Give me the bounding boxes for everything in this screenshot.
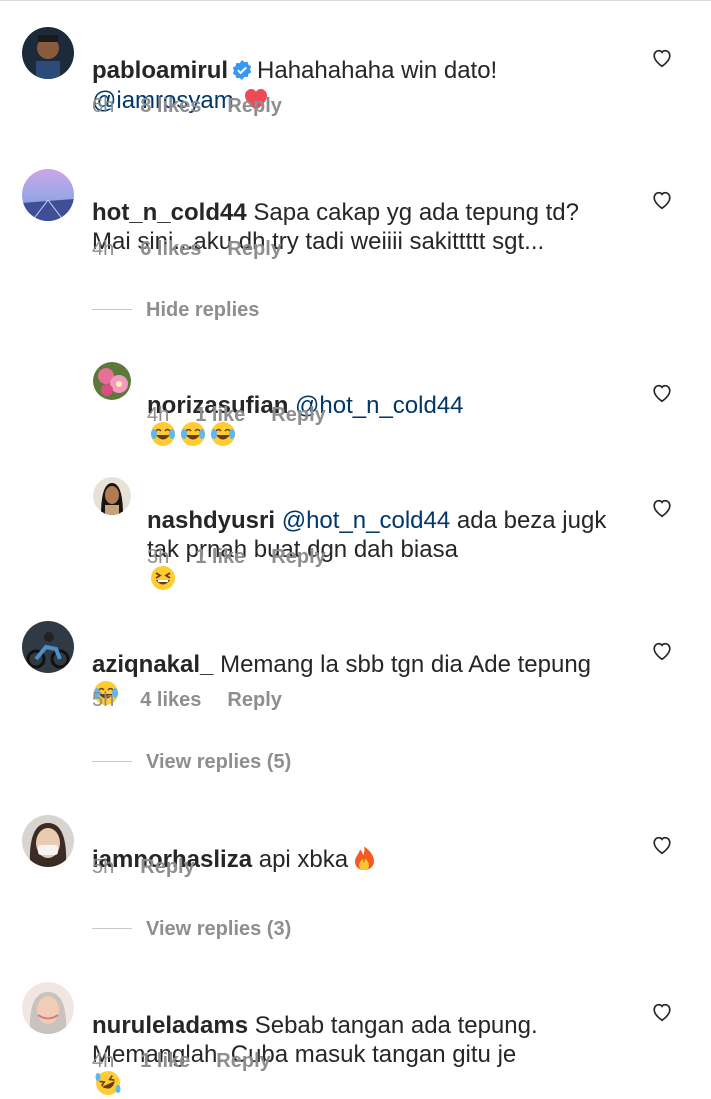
comment-text: api xbka xyxy=(258,846,349,873)
view-replies-button[interactable]: View replies (3) xyxy=(92,918,291,941)
avatar[interactable] xyxy=(22,982,74,1034)
timestamp: 4h xyxy=(92,238,115,260)
avatar[interactable] xyxy=(22,815,74,867)
reply-button[interactable]: Reply xyxy=(227,689,281,711)
likes-count[interactable]: 4 likes xyxy=(140,689,201,711)
username[interactable]: aziqnakal_ xyxy=(92,651,213,678)
timestamp: 5h xyxy=(92,689,115,711)
reply-button[interactable]: Reply xyxy=(140,856,194,878)
thread-label: View replies (3) xyxy=(146,918,292,940)
avatar[interactable] xyxy=(93,362,131,400)
rolling-on-floor-laughing-emoji-icon xyxy=(95,1071,121,1095)
username[interactable]: nuruleladams xyxy=(92,1012,248,1039)
timestamp: 4h xyxy=(92,1050,115,1072)
reply-button[interactable]: Reply xyxy=(227,238,281,260)
thread-label: View replies (5) xyxy=(146,751,292,773)
likes-count[interactable]: 1 like xyxy=(195,404,245,426)
comment-meta: 5h Reply xyxy=(92,856,221,879)
comment-meta: 6h 8 likes Reply xyxy=(92,95,308,118)
reply-button[interactable]: Reply xyxy=(216,1050,270,1072)
reply-meta: 4h 1 like Reply xyxy=(147,404,352,427)
likes-count[interactable]: 1 like xyxy=(195,546,245,568)
username[interactable]: pabloamirul xyxy=(92,57,228,84)
reply-button[interactable]: Reply xyxy=(271,404,325,426)
reply-body: nashdyusri @hot_n_cold44 ada beza jugk t… xyxy=(147,477,627,594)
mention-link[interactable]: @hot_n_cold44 xyxy=(282,507,451,534)
heart-outline-icon[interactable] xyxy=(651,382,673,404)
comment-meta: 4h 1 like Reply xyxy=(92,1050,297,1073)
top-divider xyxy=(0,0,711,1)
heart-outline-icon[interactable] xyxy=(651,640,673,662)
username[interactable]: hot_n_cold44 xyxy=(92,199,247,226)
thread-line xyxy=(92,309,132,310)
heart-outline-icon[interactable] xyxy=(651,189,673,211)
timestamp: 4h xyxy=(147,404,170,426)
heart-outline-icon[interactable] xyxy=(651,834,673,856)
comment-meta: 5h 4 likes Reply xyxy=(92,689,308,712)
timestamp: 6h xyxy=(92,95,115,117)
heart-outline-icon[interactable] xyxy=(651,47,673,69)
heart-outline-icon[interactable] xyxy=(651,497,673,519)
avatar[interactable] xyxy=(22,621,74,673)
likes-count[interactable]: 1 like xyxy=(140,1050,190,1072)
avatar[interactable] xyxy=(93,477,131,515)
comment-body: nuruleladams Sebab tangan ada tepung. Me… xyxy=(92,982,632,1099)
likes-count[interactable]: 8 likes xyxy=(140,95,201,117)
avatar[interactable] xyxy=(22,169,74,221)
username[interactable]: nashdyusri xyxy=(147,507,275,534)
reply-button[interactable]: Reply xyxy=(271,546,325,568)
likes-count[interactable]: 6 likes xyxy=(140,238,201,260)
verified-badge-icon xyxy=(232,60,252,80)
timestamp: 3h xyxy=(147,546,170,568)
heart-outline-icon[interactable] xyxy=(651,1001,673,1023)
avatar[interactable] xyxy=(22,27,74,79)
thread-label: Hide replies xyxy=(146,299,260,321)
comment-meta: 4h 6 likes Reply xyxy=(92,238,308,261)
reply-button[interactable]: Reply xyxy=(227,95,281,117)
thread-line xyxy=(92,928,132,929)
fire-emoji-icon xyxy=(355,846,375,870)
reply-meta: 3h 1 like Reply xyxy=(147,546,352,569)
hide-replies-button[interactable]: Hide replies xyxy=(92,299,259,322)
comment-text: Memang la sbb tgn dia Ade tepung xyxy=(220,651,592,678)
view-replies-button[interactable]: View replies (5) xyxy=(92,751,291,774)
timestamp: 5h xyxy=(92,856,115,878)
thread-line xyxy=(92,761,132,762)
